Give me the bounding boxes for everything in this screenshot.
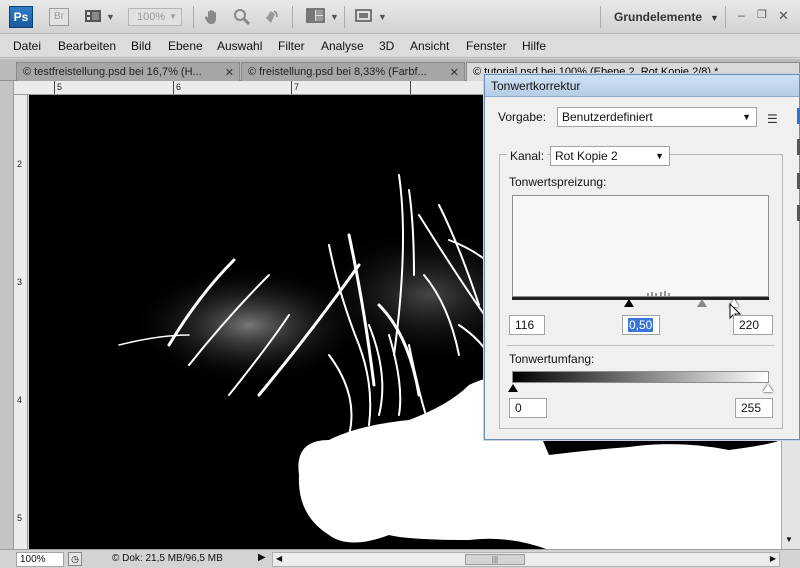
play-arrow-icon[interactable]: ▶ (258, 552, 266, 563)
output-gradient (512, 371, 769, 383)
screen-mode-icon[interactable] (354, 8, 374, 26)
ruler-label: 3 (17, 277, 23, 287)
arrange-documents-icon[interactable] (306, 8, 326, 26)
rotate-icon[interactable] (262, 8, 280, 26)
scroll-left-icon[interactable]: ◀ (276, 554, 282, 563)
output-white-field[interactable]: 255 (735, 398, 773, 418)
separator (600, 6, 601, 28)
menu-auswahl[interactable]: Auswahl (217, 39, 262, 53)
bridge-button[interactable]: Br (49, 8, 69, 26)
channel-row: Kanal: (507, 146, 548, 166)
preset-value: Benutzerdefiniert (562, 110, 653, 124)
channel-select[interactable]: Rot Kopie 2 ▼ (550, 146, 670, 166)
chevron-down-icon: ▼ (742, 112, 751, 122)
status-bar: 100% ◷ © Dok: 21,5 MB/96,5 MB ▶ ◀ ||| ▶ (0, 549, 800, 568)
preset-label: Vorgabe: (498, 110, 547, 124)
photoshop-logo[interactable]: Ps (9, 6, 33, 28)
menu-hilfe[interactable]: Hilfe (522, 39, 546, 53)
menu-ansicht[interactable]: Ansicht (410, 39, 449, 53)
menu-analyse[interactable]: Analyse (321, 39, 364, 53)
gamma-slider[interactable] (697, 299, 707, 307)
application-bar: Ps Br ▼ 100% ▼ ▼ ▼ Grundelemente ▼ – ❐ ✕ (0, 0, 800, 34)
histogram-graph (647, 291, 670, 296)
separator (193, 6, 194, 28)
ruler-label: 6 (176, 82, 182, 92)
minimize-button[interactable]: – (738, 8, 745, 22)
ruler-label: 5 (17, 513, 23, 523)
dialog-title[interactable]: Tonwertkorrektur (485, 75, 799, 97)
menu-bar: Datei Bearbeiten Bild Ebene Auswahl Filt… (0, 34, 800, 58)
ruler-label: 5 (57, 82, 63, 92)
menu-fenster[interactable]: Fenster (466, 39, 507, 53)
menu-filter[interactable]: Filter (278, 39, 305, 53)
menu-datei[interactable]: Datei (13, 39, 41, 53)
chevron-down-icon: ▼ (655, 151, 664, 161)
zoom-level-select[interactable]: 100% ▼ (128, 8, 182, 26)
channel-value: Rot Kopie 2 (555, 149, 618, 163)
tab-testfreistellung[interactable]: © testfreistellung.psd bei 16,7% (H... ✕ (16, 62, 240, 81)
zoom-field[interactable]: 100% (16, 552, 64, 567)
film-icon[interactable] (84, 8, 104, 26)
menu-bearbeiten[interactable]: Bearbeiten (58, 39, 116, 53)
input-white-field[interactable]: 220 (733, 315, 773, 335)
separator (292, 6, 293, 28)
input-gamma-field[interactable]: 0,50 (622, 315, 660, 335)
ruler-label: 4 (17, 395, 23, 405)
output-levels-label: Tonwertumfang: (509, 352, 595, 366)
tab-label: © testfreistellung.psd bei 16,7% (H... (23, 66, 202, 78)
restore-button[interactable]: ❐ (757, 8, 767, 21)
tab-freistellung[interactable]: © freistellung.psd bei 8,33% (Farbf... ✕ (241, 62, 465, 81)
vertical-ruler: 2 3 4 5 (14, 95, 28, 550)
horizontal-ruler: 5 6 7 (14, 81, 484, 95)
scroll-down-icon[interactable]: ▼ (785, 535, 793, 544)
workspace-switcher[interactable]: Grundelemente ▼ (614, 10, 719, 24)
preset-options-icon[interactable]: ☰ (767, 112, 778, 126)
ruler-label: 7 (294, 82, 300, 92)
hand-icon[interactable] (203, 8, 221, 26)
photoshop-window: Ps Br ▼ 100% ▼ ▼ ▼ Grundelemente ▼ – ❐ ✕… (0, 0, 800, 568)
menu-ebene[interactable]: Ebene (168, 39, 203, 53)
document-profile-icon[interactable]: ◷ (68, 552, 82, 566)
divider (507, 345, 775, 346)
zoom-icon[interactable] (233, 8, 251, 26)
input-levels-label: Tonwertspreizung: (509, 175, 607, 189)
chevron-down-icon[interactable]: ▼ (330, 8, 339, 26)
levels-dialog: Tonwertkorrektur Vorgabe: Benutzerdefini… (484, 74, 800, 440)
close-icon[interactable]: ✕ (225, 66, 234, 79)
separator (344, 6, 345, 28)
close-button[interactable]: ✕ (778, 8, 789, 24)
histogram (512, 195, 769, 297)
input-black-field[interactable]: 116 (509, 315, 545, 335)
document-size-info: © Dok: 21,5 MB/96,5 MB (112, 553, 223, 564)
ruler-label: 2 (17, 159, 23, 169)
horizontal-scrollbar[interactable]: ◀ ||| ▶ (272, 552, 780, 567)
black-point-slider[interactable] (624, 299, 634, 307)
scroll-thumb[interactable]: ||| (465, 554, 525, 565)
chevron-down-icon[interactable]: ▼ (378, 8, 387, 26)
chevron-down-icon[interactable]: ▼ (106, 8, 115, 26)
output-white-slider[interactable] (763, 384, 773, 392)
scroll-right-icon[interactable]: ▶ (770, 554, 776, 563)
preset-select[interactable]: Benutzerdefiniert ▼ (557, 107, 757, 127)
output-black-slider[interactable] (508, 384, 518, 392)
menu-bild[interactable]: Bild (131, 39, 151, 53)
tools-panel-edge (0, 81, 14, 549)
tab-label: © freistellung.psd bei 8,33% (Farbf... (248, 66, 427, 78)
output-black-field[interactable]: 0 (509, 398, 547, 418)
menu-3d[interactable]: 3D (379, 39, 394, 53)
channel-label: Kanal: (510, 149, 545, 163)
separator (725, 6, 726, 28)
close-icon[interactable]: ✕ (450, 66, 459, 79)
